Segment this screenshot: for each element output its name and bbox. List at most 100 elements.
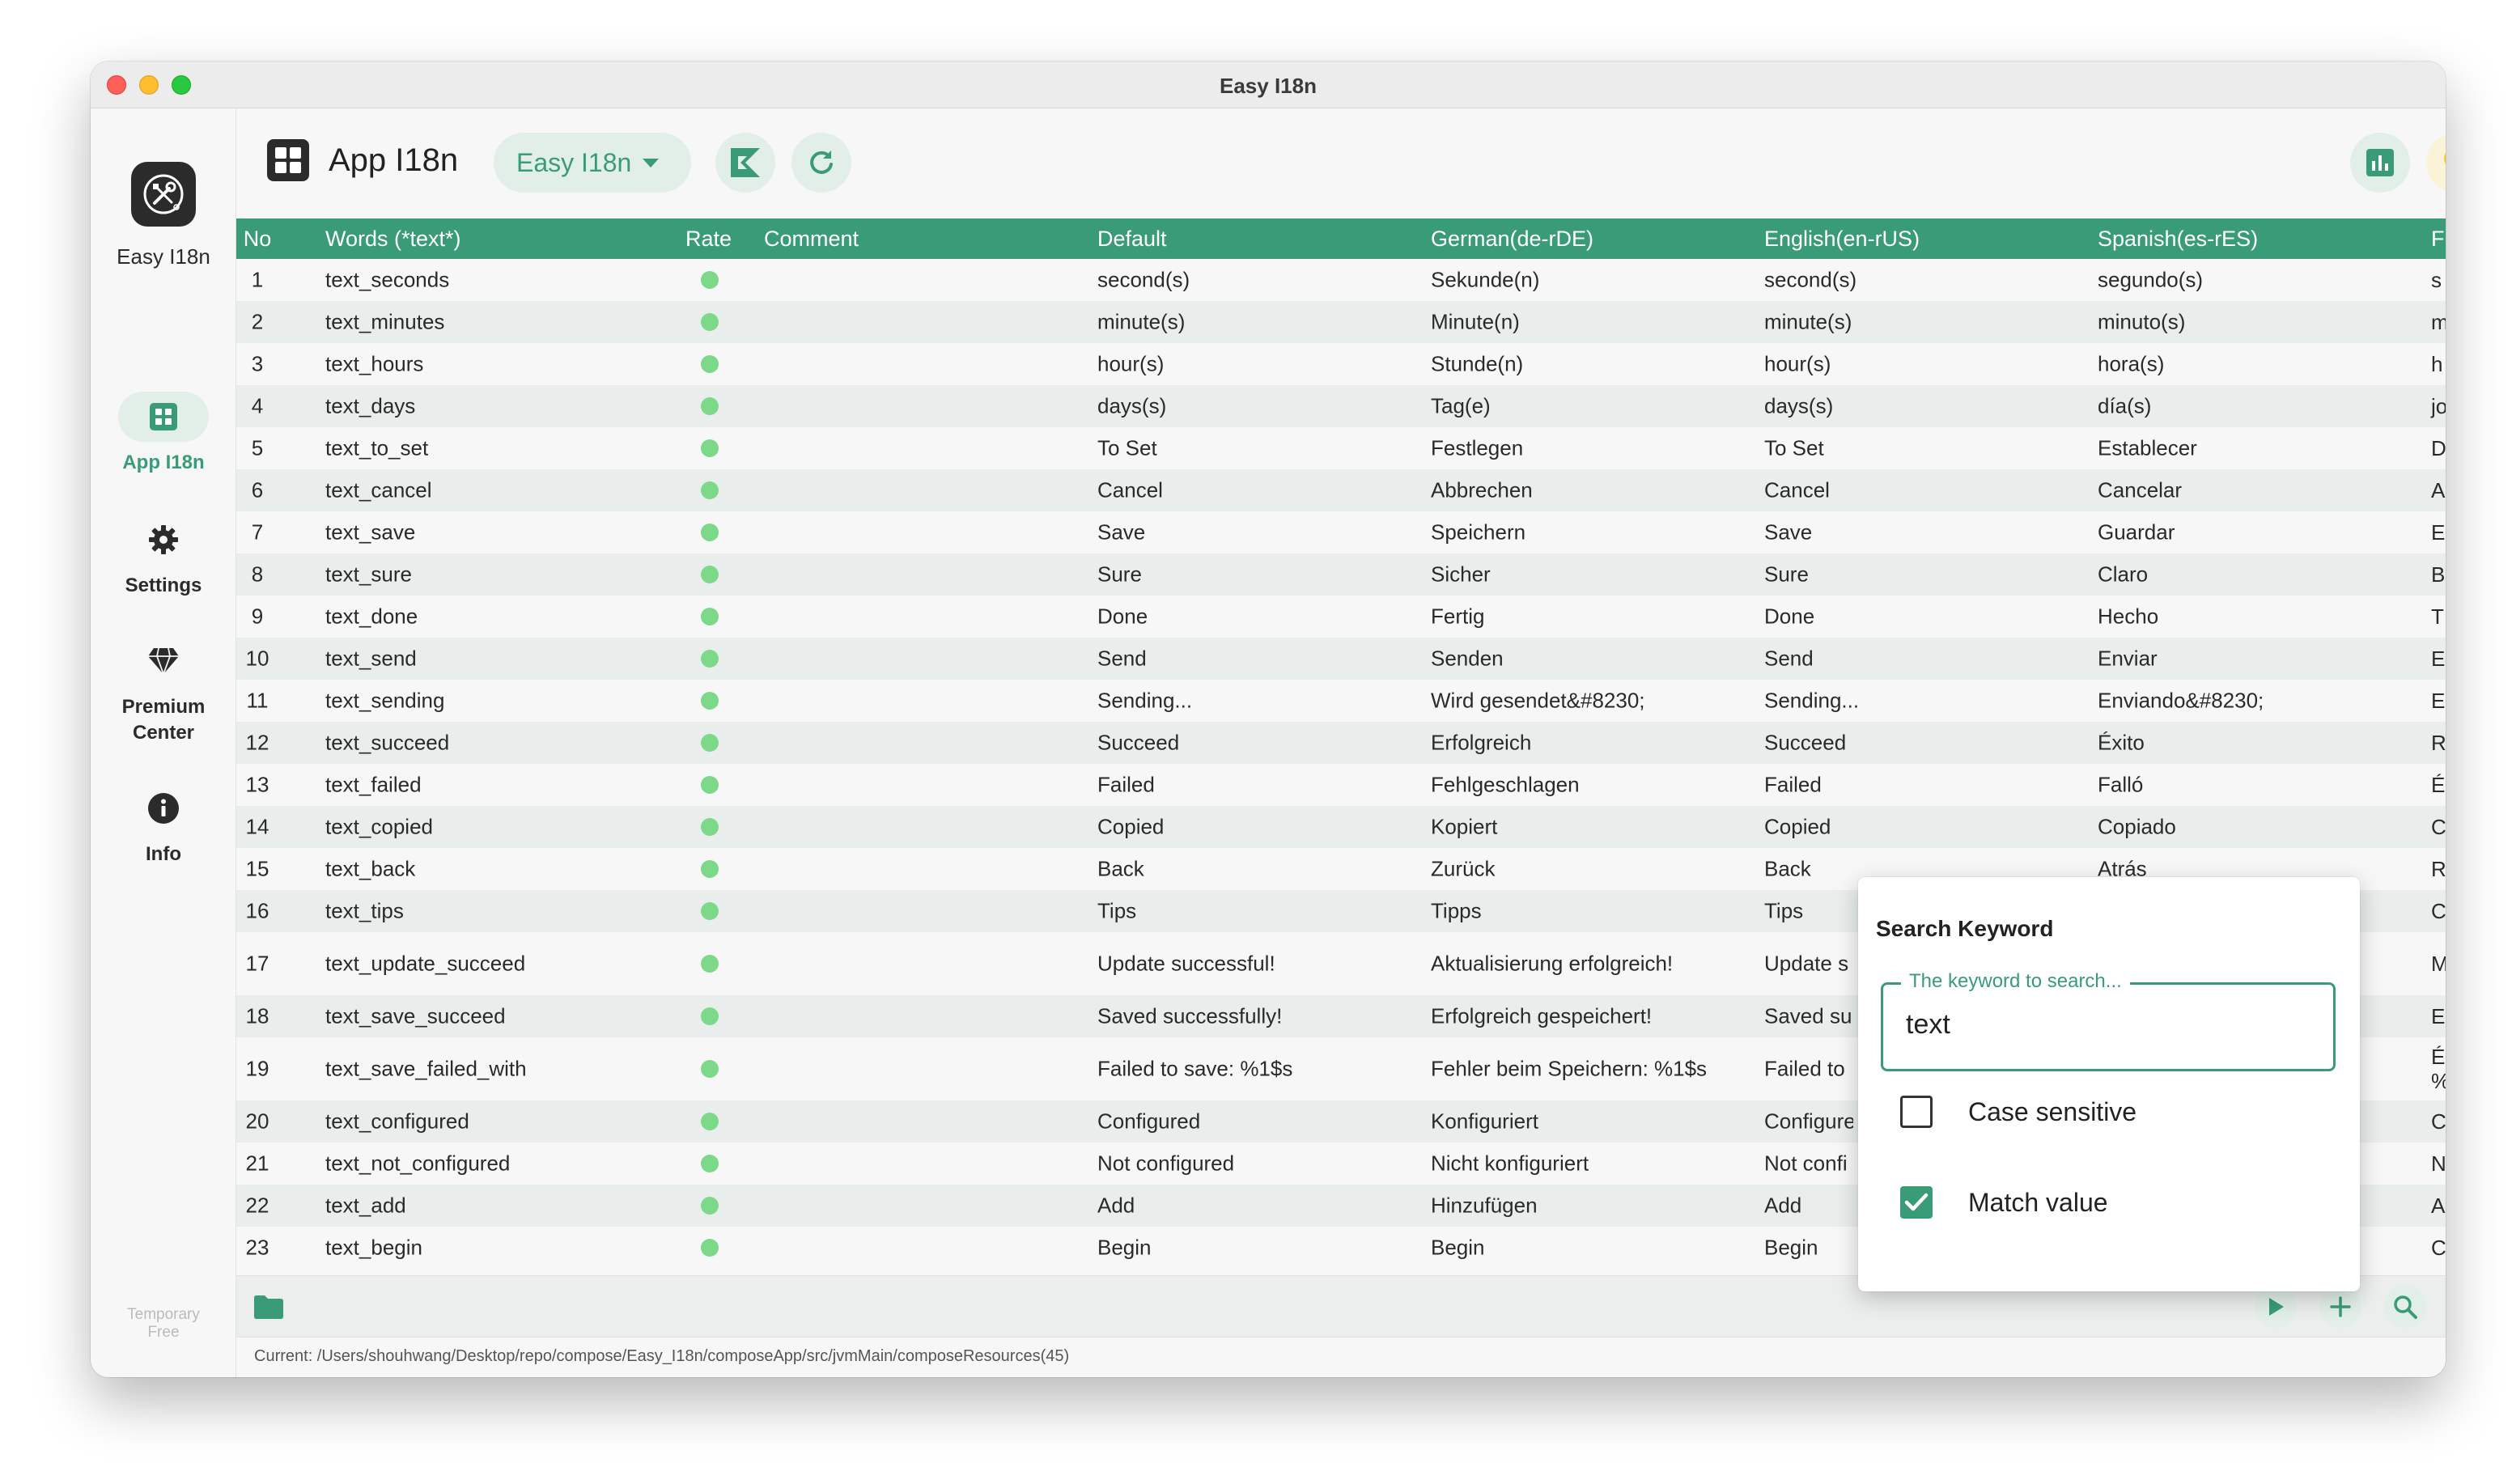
col-rate[interactable]: Rate [685, 227, 732, 252]
default-value: Failed to save: %1$s [1097, 1056, 1293, 1081]
english-value: Add [1764, 1193, 1802, 1218]
word-key: text_minutes [325, 309, 445, 334]
project-dropdown[interactable]: Easy I18n [494, 133, 691, 193]
default-value: Update successful! [1097, 951, 1275, 976]
word-key: text_add [325, 1193, 406, 1218]
col-german[interactable]: German(de-rDE) [1431, 227, 1593, 252]
default-value: Add [1097, 1193, 1135, 1218]
rate-indicator [701, 439, 719, 457]
french-value: jo [2431, 394, 2446, 418]
spanish-value: minuto(s) [2098, 309, 2186, 334]
rate-indicator [701, 313, 719, 331]
table-row[interactable]: 1 text_seconds second(s) Sekunde(n) second(s… [236, 259, 2446, 301]
english-value: Begin [1764, 1235, 1818, 1260]
row-number: 19 [245, 1056, 269, 1081]
word-key: text_save_succeed [325, 1003, 506, 1028]
table-row[interactable]: 9 text_done Done Fertig Done Hecho T [236, 596, 2446, 638]
tips-button[interactable] [2426, 133, 2446, 193]
current-path: Current: /Users/shouhwang/Desktop/repo/c… [254, 1347, 1070, 1365]
grid-icon [150, 403, 177, 430]
table-row[interactable]: 2 text_minutes minute(s) Minute(n) minute(s)… [236, 301, 2446, 343]
german-value: Festlegen [1431, 435, 1524, 460]
search-button[interactable] [2384, 1286, 2426, 1328]
match-value-option[interactable]: Match value [1900, 1186, 2108, 1219]
french-value: R [2431, 857, 2446, 881]
default-value: Saved successfully! [1097, 1003, 1283, 1028]
table-row[interactable]: 7 text_save Save Speichern Save Guardar E [236, 511, 2446, 553]
match-value-checkbox[interactable] [1900, 1186, 1933, 1219]
german-value: Wird gesendet&#8230; [1431, 688, 1645, 713]
col-words[interactable]: Words (*text*) [325, 227, 461, 252]
search-field: The keyword to search... [1881, 970, 2336, 1071]
german-value: Nicht konfiguriert [1431, 1151, 1589, 1176]
col-english[interactable]: English(en-rUS) [1764, 227, 1920, 252]
col-comment[interactable]: Comment [764, 227, 859, 252]
refresh-button[interactable] [791, 133, 851, 193]
table-row[interactable]: 4 text_days days(s) Tag(e) days(s) día(s) jo [236, 385, 2446, 427]
table-row[interactable]: 3 text_hours hour(s) Stunde(n) hour(s) hora(s… [236, 343, 2446, 385]
word-key: text_update_succeed [325, 951, 526, 976]
word-key: text_succeed [325, 730, 450, 755]
table-row[interactable]: 5 text_to_set To Set Festlegen To Set Estable… [236, 427, 2446, 469]
open-folder-button[interactable] [248, 1286, 290, 1328]
search-field-label: The keyword to search... [1901, 970, 2130, 993]
default-value: Not configured [1097, 1151, 1235, 1176]
add-button[interactable] [2319, 1286, 2361, 1328]
table-row[interactable]: 10 text_send Send Senden Send Enviar E [236, 638, 2446, 680]
row-number: 6 [251, 477, 264, 502]
spanish-value: segundo(s) [2098, 267, 2204, 292]
table-row[interactable]: 13 text_failed Failed Fehlgeschlagen Failed F… [236, 764, 2446, 806]
table-row[interactable]: 6 text_cancel Cancel Abbrechen Cancel Cancela… [236, 469, 2446, 511]
nav-settings[interactable]: Settings [91, 515, 236, 599]
german-value: Sekunde(n) [1431, 267, 1540, 292]
rate-indicator [701, 481, 719, 499]
default-value: Cancel [1097, 477, 1163, 502]
french-value: R [2431, 731, 2446, 755]
kotlin-button[interactable] [715, 133, 775, 193]
table-row[interactable]: 12 text_succeed Succeed Erfolgreich Succeed É… [236, 722, 2446, 764]
table-row[interactable]: 8 text_sure Sure Sicher Sure Claro B [236, 553, 2446, 596]
row-number: 4 [251, 393, 264, 418]
nav-premium-center[interactable]: Premium Center [91, 636, 236, 746]
spanish-value: Éxito [2098, 730, 2145, 755]
gear-icon [149, 525, 178, 554]
nav-label: Info [146, 843, 181, 865]
english-value: Cancel [1764, 477, 1830, 502]
col-spanish[interactable]: Spanish(es-rES) [2098, 227, 2258, 252]
row-number: 15 [245, 856, 269, 881]
german-value: Fehler beim Speichern: %1$s [1431, 1056, 1708, 1081]
statistics-button[interactable] [2350, 133, 2410, 193]
french-value: s [2431, 268, 2442, 292]
default-value: Back [1097, 856, 1144, 881]
row-number: 13 [245, 772, 269, 797]
chevron-down-icon [643, 158, 660, 167]
french-value: É [2431, 773, 2446, 797]
table-row[interactable]: 14 text_copied Copied Kopiert Copied Copiado C [236, 806, 2446, 848]
rate-indicator [701, 1060, 719, 1078]
rate-indicator [701, 1239, 719, 1257]
col-no[interactable]: No [236, 227, 278, 252]
row-number: 18 [245, 1003, 269, 1028]
run-button[interactable] [2255, 1286, 2297, 1328]
col-default[interactable]: Default [1097, 227, 1167, 252]
spanish-value: Cancelar [2098, 477, 2183, 502]
case-sensitive-option[interactable]: Case sensitive [1900, 1096, 2136, 1128]
nav-app-i18n[interactable]: App I18n [91, 392, 236, 476]
french-value: h [2431, 352, 2443, 376]
case-sensitive-checkbox[interactable] [1900, 1096, 1933, 1128]
rate-indicator [701, 271, 719, 289]
german-value: Begin [1431, 1235, 1485, 1260]
rate-indicator [701, 1113, 719, 1130]
table-row[interactable]: 11 text_sending Sending... Wird gesendet&#8… [236, 680, 2446, 722]
project-name: Easy I18n [516, 147, 632, 177]
default-value: Copied [1097, 814, 1165, 839]
english-value: Update s [1764, 951, 1849, 976]
row-number: 20 [245, 1109, 269, 1134]
word-key: text_back [325, 856, 416, 881]
french-value: m [2431, 310, 2446, 334]
search-input[interactable] [1906, 1009, 2310, 1041]
nav-info[interactable]: Info [91, 783, 236, 867]
col-french[interactable]: F [2431, 227, 2445, 252]
french-value: E [2431, 689, 2446, 713]
window-title: Easy I18n [1220, 74, 1317, 98]
